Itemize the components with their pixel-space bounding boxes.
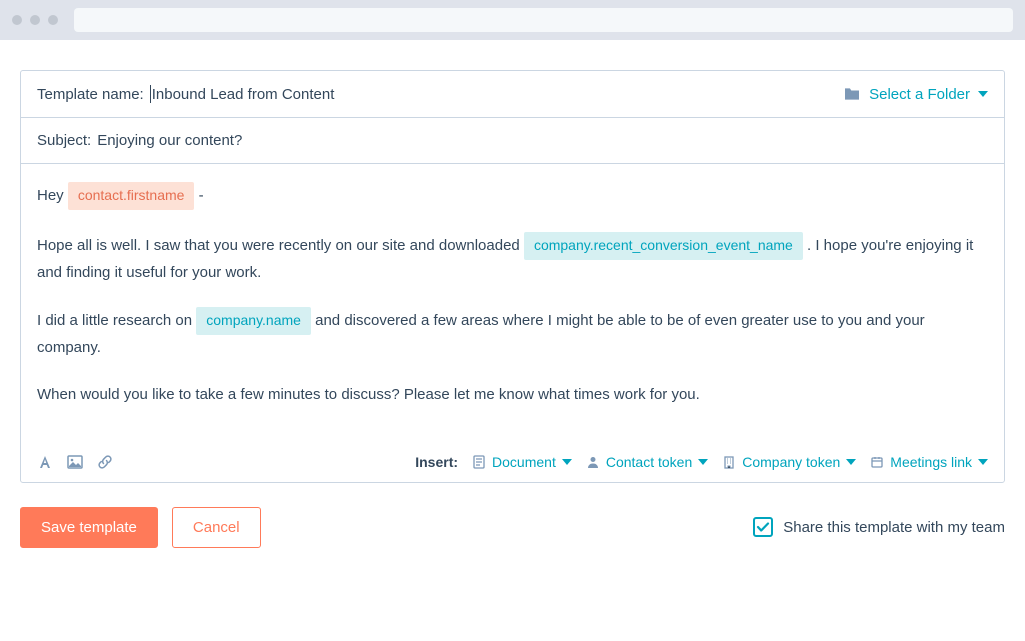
subject-row: Subject:: [21, 118, 1004, 164]
person-icon: [586, 455, 600, 469]
text-fragment: -: [199, 187, 204, 204]
body-para-4: When would you like to take a few minute…: [37, 382, 988, 408]
template-name-input[interactable]: [152, 86, 843, 103]
share-template-label: Share this template with my team: [783, 519, 1005, 536]
insert-document-label: Document: [492, 454, 556, 470]
link-icon[interactable]: [97, 454, 113, 470]
insert-document[interactable]: Document: [472, 454, 572, 470]
save-template-button[interactable]: Save template: [20, 507, 158, 548]
body-para-3: I did a little research on company.name …: [37, 307, 988, 360]
address-bar[interactable]: [74, 8, 1013, 32]
template-editor-card: Template name: Select a Folder Subject: …: [20, 70, 1005, 483]
token-recent-conversion[interactable]: company.recent_conversion_event_name: [524, 232, 803, 260]
calendar-icon: [870, 455, 884, 469]
subject-input[interactable]: [97, 132, 988, 149]
image-icon[interactable]: [67, 454, 83, 470]
chevron-down-icon: [698, 459, 708, 465]
insert-contact-token-label: Contact token: [606, 454, 692, 470]
chevron-down-icon: [562, 459, 572, 465]
token-contact-firstname[interactable]: contact.firstname: [68, 182, 195, 210]
body-line-greeting: Hey contact.firstname -: [37, 182, 988, 210]
document-icon: [472, 455, 486, 469]
footer: Save template Cancel Share this template…: [20, 483, 1005, 548]
email-body-editor[interactable]: Hey contact.firstname - Hope all is well…: [21, 164, 1004, 442]
share-template-toggle[interactable]: Share this template with my team: [753, 517, 1005, 537]
window-dot-close: [12, 15, 22, 25]
chevron-down-icon: [846, 459, 856, 465]
cancel-button[interactable]: Cancel: [172, 507, 261, 548]
window-dot-min: [30, 15, 40, 25]
insert-label: Insert:: [415, 454, 458, 470]
folder-selector-label: Select a Folder: [869, 86, 970, 103]
insert-company-token[interactable]: Company token: [722, 454, 856, 470]
folder-icon: [843, 87, 861, 101]
text-fragment: Hope all is well. I saw that you were re…: [37, 237, 524, 254]
chevron-down-icon: [978, 91, 988, 97]
insert-contact-token[interactable]: Contact token: [586, 454, 708, 470]
browser-chrome: [0, 0, 1025, 40]
folder-selector[interactable]: Select a Folder: [843, 86, 988, 103]
building-icon: [722, 455, 736, 469]
insert-company-token-label: Company token: [742, 454, 840, 470]
text-format-icon[interactable]: [37, 454, 53, 470]
chevron-down-icon: [978, 459, 988, 465]
window-dot-max: [48, 15, 58, 25]
checkbox-checked-icon[interactable]: [753, 517, 773, 537]
editor-toolbar: Insert: Document Contact token Co: [21, 442, 1004, 482]
template-name-label: Template name:: [37, 86, 144, 103]
subject-label: Subject:: [37, 132, 91, 149]
token-company-name[interactable]: company.name: [196, 307, 311, 335]
text-fragment: I did a little research on: [37, 312, 196, 329]
text-fragment: Hey: [37, 187, 68, 204]
template-name-row: Template name: Select a Folder: [21, 71, 1004, 118]
insert-meetings-link[interactable]: Meetings link: [870, 454, 988, 470]
body-para-2: Hope all is well. I saw that you were re…: [37, 232, 988, 285]
insert-meetings-link-label: Meetings link: [890, 454, 972, 470]
text-cursor: [150, 85, 151, 103]
